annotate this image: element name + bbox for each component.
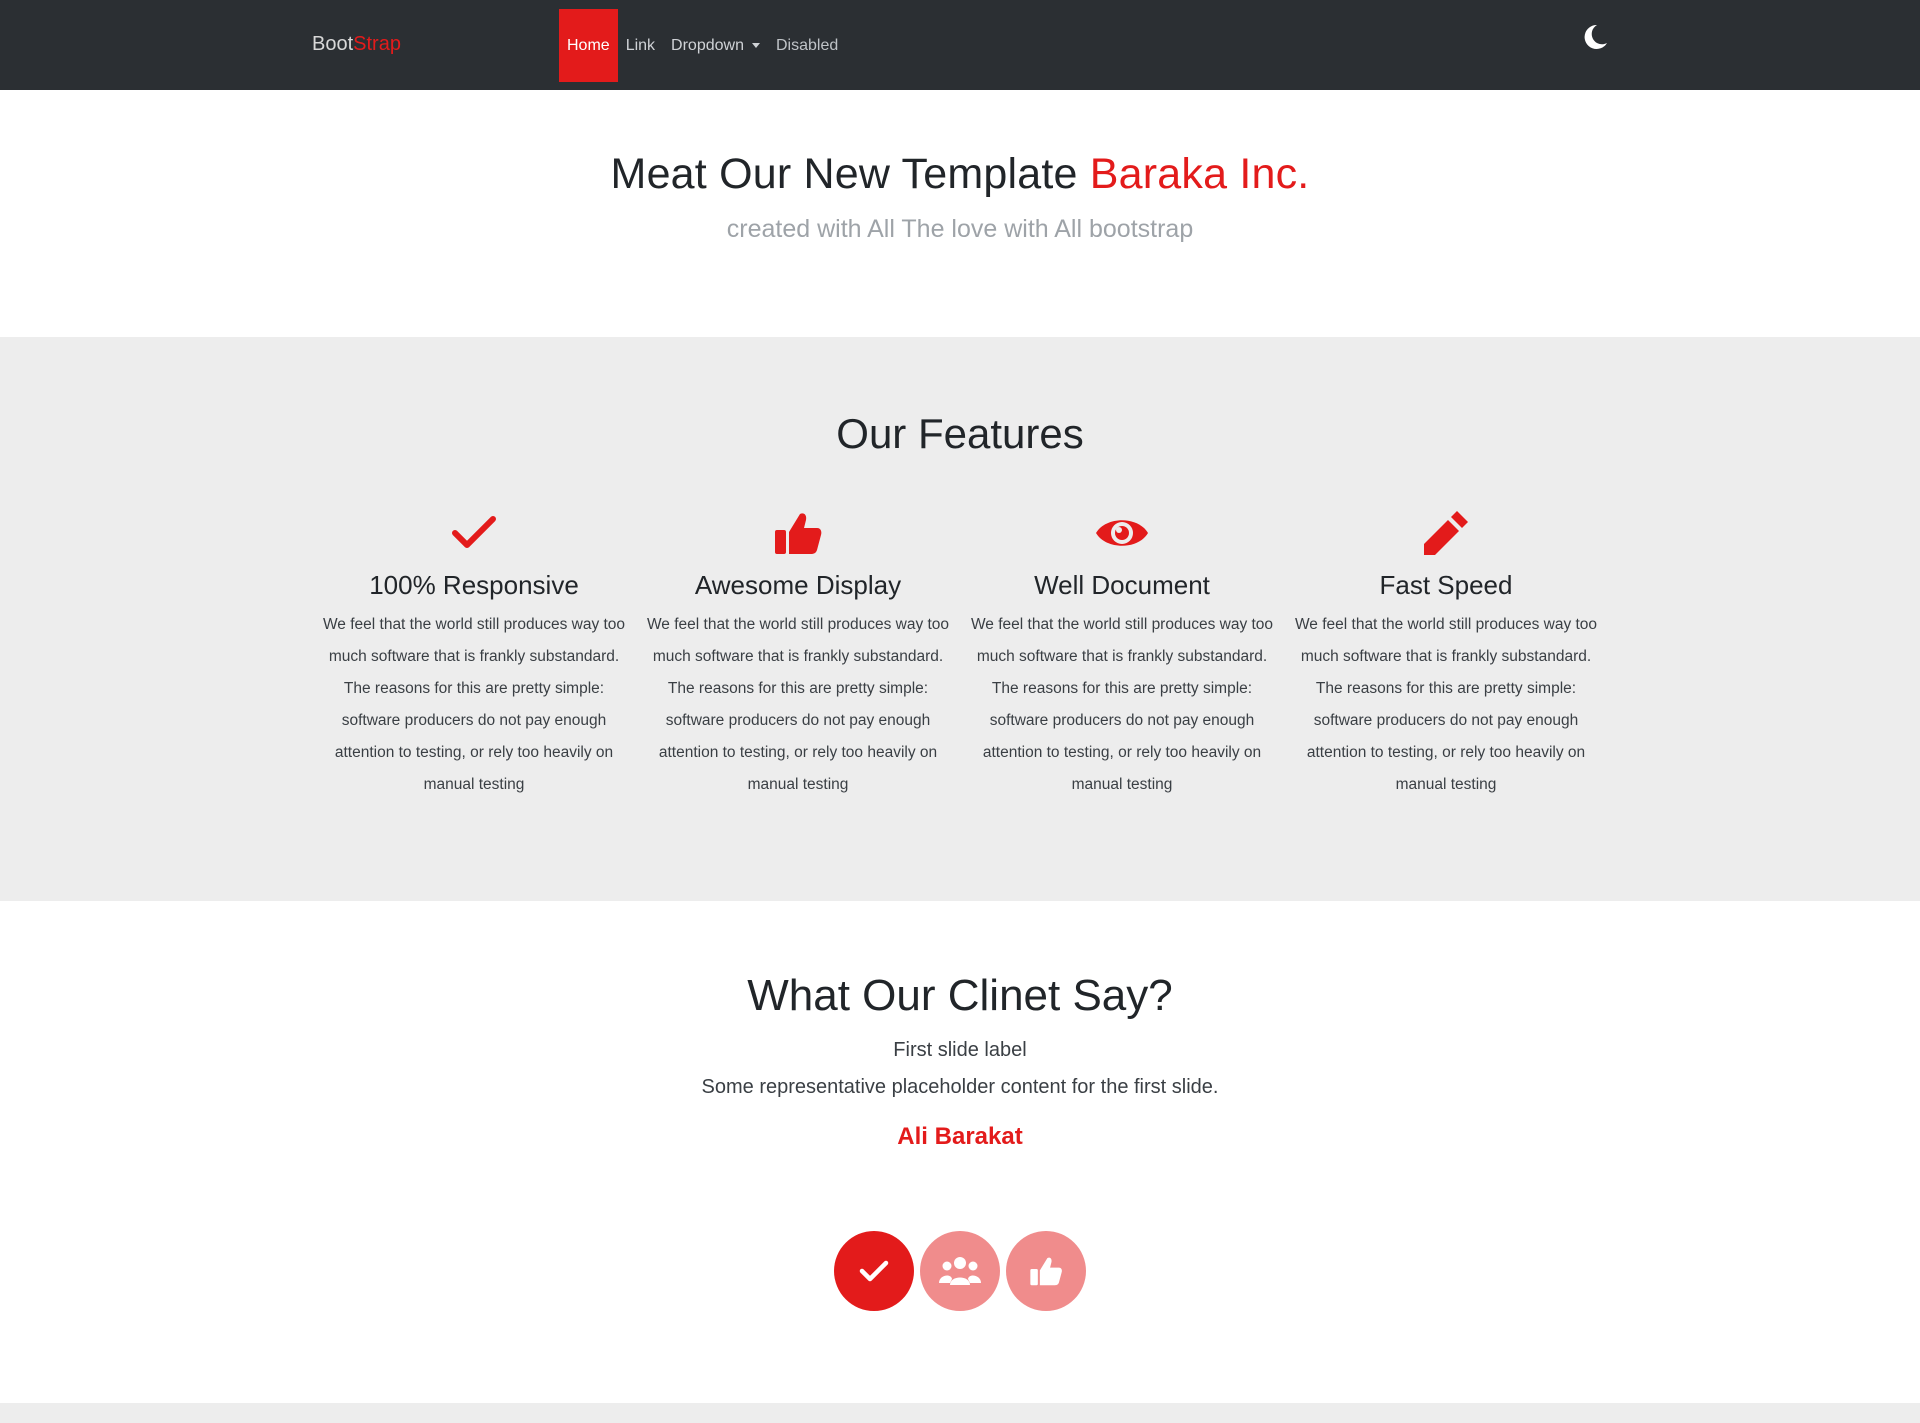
testimonial-section: What Our Clinet Say? First slide label S… bbox=[0, 901, 1920, 1403]
eye-icon bbox=[960, 505, 1284, 561]
slide-label: First slide label bbox=[893, 1039, 1027, 1061]
feature-card: Well Document We feel that the world sti… bbox=[960, 505, 1284, 801]
users-icon bbox=[939, 1257, 981, 1285]
moon-icon[interactable] bbox=[1580, 22, 1610, 52]
check-icon bbox=[859, 1260, 889, 1282]
feature-title: Fast Speed bbox=[1379, 570, 1513, 600]
caret-down-icon bbox=[751, 43, 760, 48]
brand-part-2: Strap bbox=[353, 33, 401, 55]
slide-content: Some representative placeholder content … bbox=[701, 1076, 1219, 1098]
hero-title: Meat Our New Template Baraka Inc. bbox=[0, 90, 1920, 199]
hero-title-accent: Baraka Inc. bbox=[1089, 150, 1310, 198]
nav-item-dropdown[interactable]: Dropdown bbox=[663, 9, 768, 82]
feature-title: Awesome Display bbox=[694, 570, 902, 600]
nav-item-label: Dropdown bbox=[671, 36, 744, 54]
nav-item-label: Disabled bbox=[775, 36, 839, 54]
feature-card: 100% Responsive We feel that the world s… bbox=[312, 505, 636, 801]
nav-menu: Home Link Dropdown Disabled bbox=[559, 9, 846, 82]
nav-item-label: Link bbox=[625, 36, 656, 54]
feature-title: 100% Responsive bbox=[369, 570, 579, 600]
hero-section: Meat Our New Template Baraka Inc. create… bbox=[0, 90, 1920, 337]
pencil-icon bbox=[1284, 505, 1608, 561]
nav-item-label: Home bbox=[567, 36, 610, 54]
nav-item-link[interactable]: Link bbox=[618, 9, 663, 82]
testimonial-title: What Our Clinet Say? bbox=[747, 971, 1173, 1020]
features-title: Our Features bbox=[836, 410, 1084, 457]
feature-text: We feel that the world still produces wa… bbox=[646, 616, 950, 793]
features-row: 100% Responsive We feel that the world s… bbox=[312, 505, 1608, 801]
hero-title-main: Meat Our New Template bbox=[610, 150, 1090, 198]
footer-strip bbox=[0, 1403, 1920, 1423]
brand-logo[interactable]: BootStrap bbox=[312, 33, 401, 56]
feature-text: We feel that the world still produces wa… bbox=[322, 616, 626, 793]
testimonial-author: Ali Barakat bbox=[897, 1123, 1023, 1150]
feature-card: Fast Speed We feel that the world still … bbox=[1284, 505, 1608, 801]
carousel-indicator-2[interactable] bbox=[920, 1231, 1000, 1311]
hero-subtitle: created with All The love with All boots… bbox=[726, 215, 1194, 243]
feature-card: Awesome Display We feel that the world s… bbox=[636, 505, 960, 801]
thumbs-up-icon bbox=[1030, 1257, 1062, 1286]
feature-title: Well Document bbox=[1034, 570, 1210, 600]
feature-text: We feel that the world still produces wa… bbox=[970, 616, 1274, 793]
navbar: BootStrap Home Link Dropdown Disabled bbox=[0, 0, 1920, 90]
carousel-indicator-1[interactable] bbox=[834, 1231, 914, 1311]
carousel-indicators bbox=[834, 1231, 1086, 1311]
feature-text: We feel that the world still produces wa… bbox=[1294, 616, 1598, 793]
thumbs-up-icon bbox=[636, 505, 960, 561]
check-icon bbox=[312, 505, 636, 561]
nav-item-disabled: Disabled bbox=[768, 9, 846, 82]
carousel-indicator-3[interactable] bbox=[1006, 1231, 1086, 1311]
nav-item-home[interactable]: Home bbox=[559, 9, 618, 82]
brand-part-1: Boot bbox=[312, 33, 354, 55]
